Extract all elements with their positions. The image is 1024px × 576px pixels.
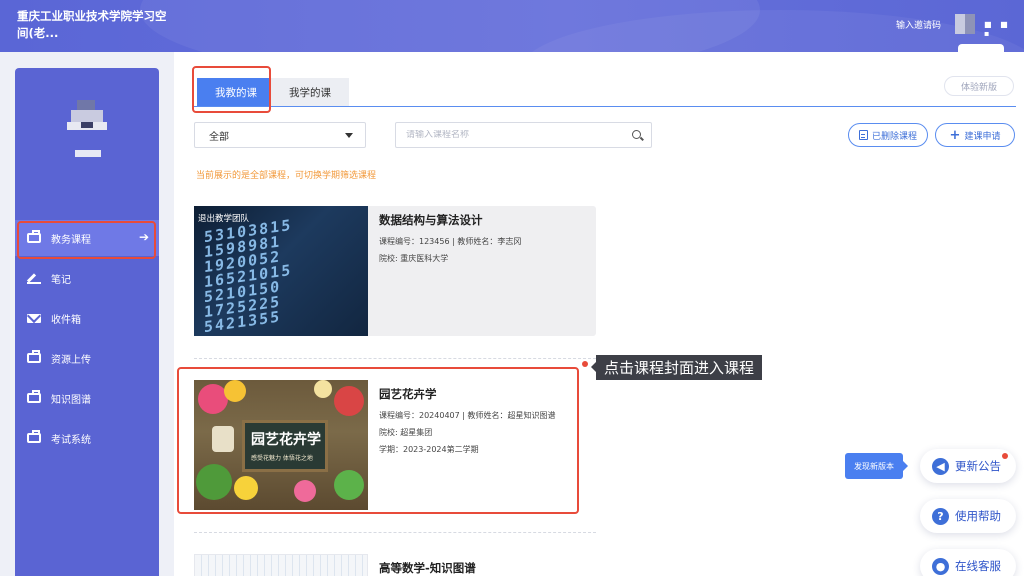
new-version-tag[interactable]: 发现新版本 [845,453,908,479]
help-label: 使用帮助 [955,509,1001,523]
profile-avatar[interactable] [67,94,107,134]
sidebar-item-label: 考试系统 [51,434,91,446]
search-icon[interactable] [632,130,641,139]
service-icon: ● [932,557,949,575]
try-new-version-button[interactable]: 体验新版 [944,76,1014,96]
plus-icon: + [949,127,961,143]
help-button[interactable]: ? 使用帮助 [920,499,1016,533]
notification-dot [1002,453,1008,459]
sidebar: 教务课程 ➔ 笔记 收件箱 资源上传 知识图谱 考试系统 [15,68,159,576]
briefcase-icon [27,430,41,443]
deleted-courses-button[interactable]: 已删除课程 [848,123,928,147]
sidebar-item-exam[interactable]: 考试系统 [15,420,159,456]
header-menu[interactable]: ■ ■ ▪ [984,20,1024,38]
term-select-value: 全部 [209,131,229,143]
cover-digits: 53103815 1598981 1920052 16521015 5210150 172… [204,216,292,336]
tab-learning-courses[interactable]: 我学的课 [271,78,349,107]
sidebar-item-label: 笔记 [51,274,71,286]
card-divider [194,532,596,533]
course-card[interactable]: 53103815 1598981 1920052 16521015 5210150 172… [194,206,596,336]
course-cover[interactable] [194,554,368,576]
apply-course-button[interactable]: + 建课申请 [935,123,1015,147]
highlight-course-card [177,367,579,514]
card-divider [194,358,596,359]
caret-down-icon [345,133,353,138]
apply-course-label: 建课申请 [964,131,1001,142]
callout-dot [582,361,588,367]
sidebar-item-label: 资源上传 [51,354,91,366]
tabs-underline [194,106,1016,107]
sidebar-item-upload[interactable]: 资源上传 [15,340,159,376]
course-search[interactable] [395,122,652,148]
sidebar-item-knowledge-graph[interactable]: 知识图谱 [15,380,159,416]
school-title[interactable]: 重庆工业职业技术学院学习空间(老... [17,8,177,42]
hint-text: 当前展示的是全部课程，可切换学期筛选课程 [196,171,377,181]
top-header: 重庆工业职业技术学院学习空间(老... 输入邀请码 ■ ■ ▪ [0,0,1024,52]
profile-name [75,150,101,157]
online-service-label: 在线客服 [955,559,1001,573]
search-input[interactable] [406,130,616,140]
briefcase-icon [27,390,41,403]
quit-team-button[interactable]: 退出教学团队 [198,212,249,224]
highlight-nav [17,221,156,259]
user-avatar[interactable] [955,14,975,34]
course-title[interactable]: 数据结构与算法设计 [379,212,483,228]
sidebar-item-label: 知识图谱 [51,394,91,406]
deleted-courses-label: 已删除课程 [871,131,917,142]
course-code: 课程编号：123456 | 教师姓名：李志冈 [379,237,522,246]
mail-icon [27,313,41,323]
course-title[interactable]: 高等数学-知识图谱 [379,560,476,576]
document-icon [858,130,868,140]
course-cover[interactable]: 53103815 1598981 1920052 16521015 5210150 172… [194,206,368,336]
course-school: 院校: 重庆医科大学 [379,254,449,263]
update-notice-button[interactable]: ◀ 更新公告 [920,449,1016,483]
speaker-icon: ◀ [932,457,949,475]
briefcase-icon [27,350,41,363]
header-notch [958,44,1004,52]
sidebar-item-inbox[interactable]: 收件箱 [15,300,159,336]
invite-code-button[interactable]: 输入邀请码 [896,18,941,31]
course-card[interactable]: 高等数学-知识图谱 [194,554,596,576]
sidebar-item-label: 收件箱 [51,314,81,326]
help-icon: ? [932,507,949,525]
term-select[interactable]: 全部 [194,122,366,148]
sidebar-item-notes[interactable]: 笔记 [15,260,159,296]
online-service-button[interactable]: ● 在线客服 [920,549,1016,576]
update-notice-label: 更新公告 [955,459,1001,473]
callout-tooltip: 点击课程封面进入课程 [590,355,763,380]
highlight-tab [192,66,271,113]
pen-icon [27,273,41,284]
